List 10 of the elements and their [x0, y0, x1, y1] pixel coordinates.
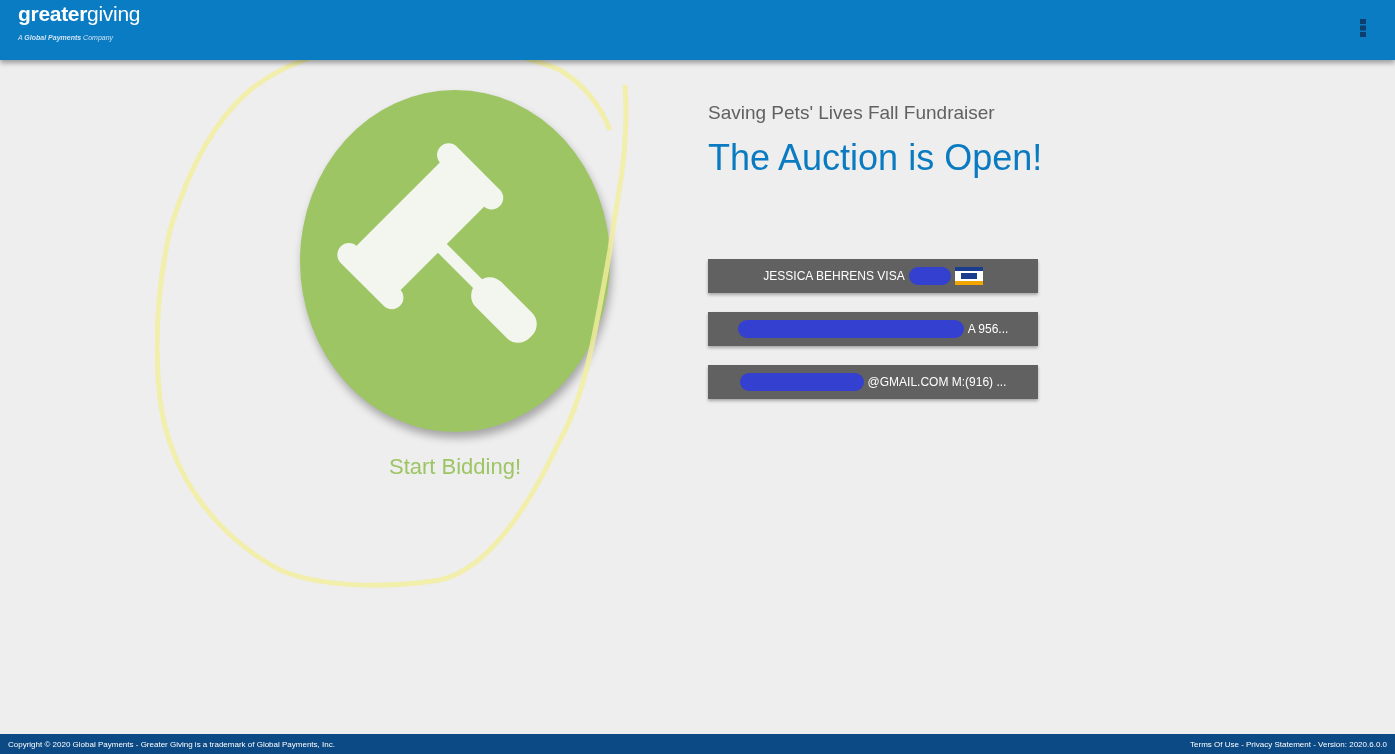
- legal-links[interactable]: Terms Of Use - Privacy Statement - Version: 2020.6.0.0: [1190, 739, 1387, 749]
- account-button[interactable]: JESSICA BEHRENS VISA: [708, 259, 1038, 293]
- logo[interactable]: greatergiving: [18, 2, 141, 26]
- event-name: Saving Pets' Lives Fall Fundraiser: [708, 102, 996, 124]
- account-button[interactable]: A 956...: [708, 312, 1038, 346]
- copyright-text: Copyright © 2020 Global Payments - Greater Giving is a trademark of Global Payments, Inc.: [8, 739, 335, 749]
- card-icon: [954, 267, 983, 285]
- account-button[interactable]: @GMAIL.COM M:(916) ...: [708, 365, 1038, 399]
- menu-icon[interactable]: [1360, 19, 1366, 37]
- auction-status: The Auction is Open!: [708, 137, 1043, 179]
